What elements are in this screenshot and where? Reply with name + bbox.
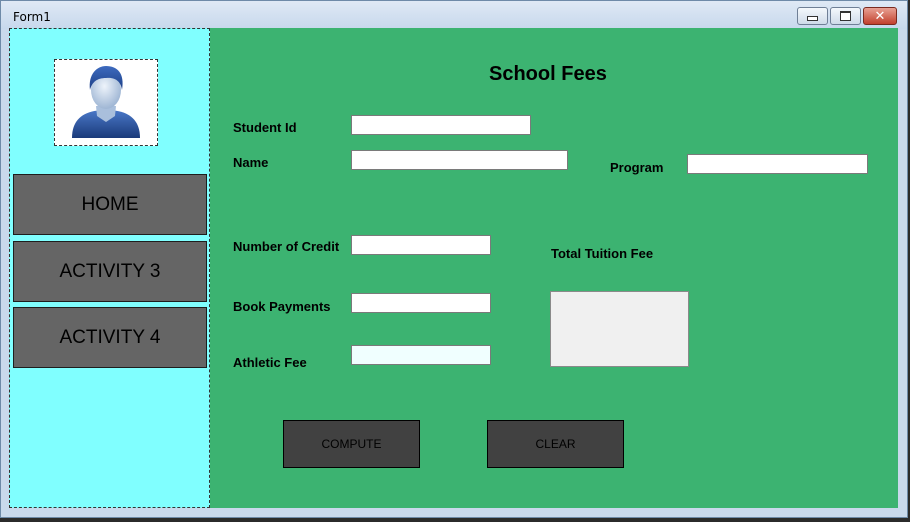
activity-4-button[interactable]: ACTIVITY 4 [13,307,207,368]
maximize-icon [840,11,851,21]
minimize-icon [807,16,818,21]
close-button[interactable]: ✕ [863,7,897,25]
title-bar[interactable]: Form1 ✕ [1,1,907,29]
athletic-fee-label: Athletic Fee [233,355,307,370]
sidebar: HOME ACTIVITY 3 ACTIVITY 4 [9,28,210,508]
clear-button[interactable]: CLEAR [487,420,624,468]
compute-button[interactable]: COMPUTE [283,420,420,468]
close-icon: ✕ [874,8,886,24]
window-title: Form1 [13,10,51,24]
total-tuition-output [550,291,689,367]
maximize-button[interactable] [830,7,861,25]
avatar [54,59,158,146]
activity-3-button[interactable]: ACTIVITY 3 [13,241,207,302]
book-payments-label: Book Payments [233,299,331,314]
book-payments-field[interactable] [351,293,491,313]
total-tuition-label: Total Tuition Fee [551,246,654,261]
app-window: Form1 ✕ HOME ACTIVITY 3 ACTIVITY 4 Schoo… [0,0,908,518]
user-avatar-icon [72,66,140,138]
home-button[interactable]: HOME [13,174,207,235]
name-field[interactable] [351,150,568,170]
window-bottom-border [1,509,907,517]
program-field[interactable] [687,154,868,174]
student-id-label: Student Id [233,120,297,135]
form-client-area: HOME ACTIVITY 3 ACTIVITY 4 School Fees S… [9,28,898,508]
name-label: Name [233,155,269,170]
credits-label: Number of Credit [233,239,340,254]
student-id-field[interactable] [351,115,531,135]
credits-field[interactable] [351,235,491,255]
minimize-button[interactable] [797,7,828,25]
program-label: Program [610,160,664,175]
page-title: School Fees [489,63,607,85]
athletic-fee-field[interactable] [351,345,491,365]
